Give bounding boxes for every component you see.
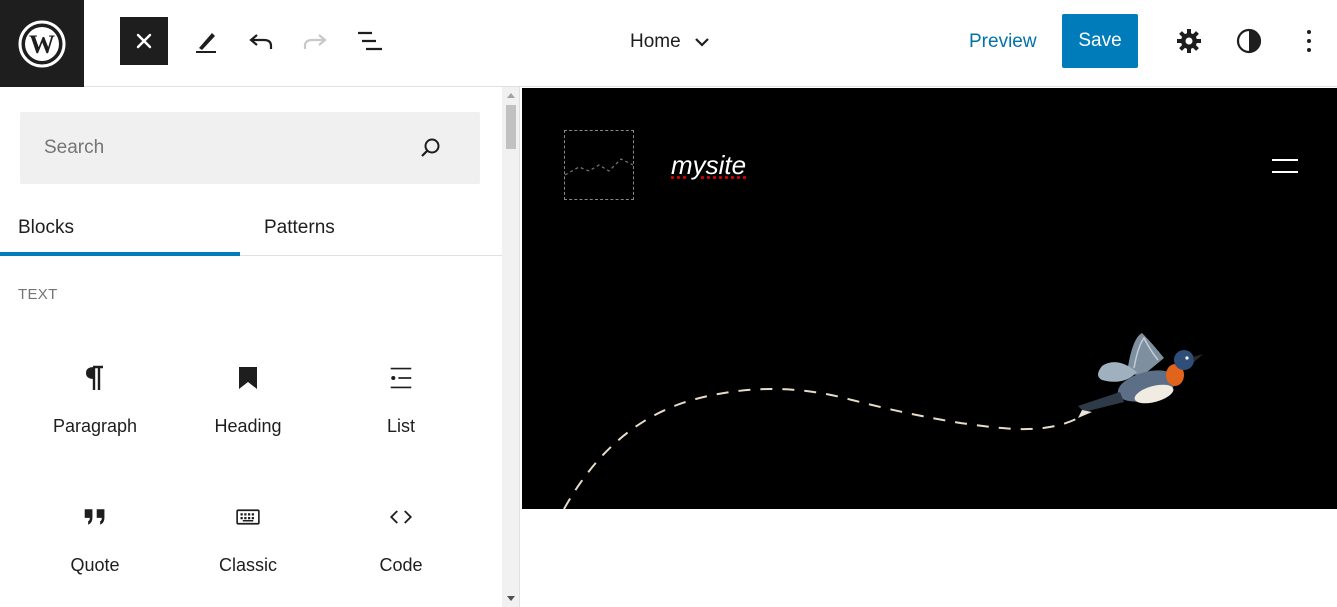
block-label: Quote xyxy=(20,555,170,576)
gear-icon xyxy=(1175,27,1203,55)
document-title: Home xyxy=(630,31,681,53)
styles-button[interactable] xyxy=(1225,17,1273,65)
block-label: List xyxy=(326,416,476,437)
settings-button[interactable] xyxy=(1165,17,1213,65)
contrast-icon xyxy=(1235,27,1263,55)
chevron-down-icon xyxy=(693,33,711,51)
redo-icon xyxy=(301,27,329,55)
tools-button[interactable] xyxy=(182,17,230,65)
scroll-down-arrow-icon[interactable] xyxy=(507,596,515,601)
keyboard-icon xyxy=(236,502,260,532)
paragraph-icon xyxy=(83,363,107,393)
category-label: TEXT xyxy=(18,286,58,303)
block-item-paragraph[interactable]: Paragraph xyxy=(20,363,170,473)
bookmark-icon xyxy=(236,363,260,393)
bird-illustration xyxy=(1072,328,1212,423)
list-icon xyxy=(389,363,413,393)
undo-icon xyxy=(247,27,275,55)
search-box xyxy=(20,112,480,184)
undo-button[interactable] xyxy=(237,17,285,65)
options-button[interactable] xyxy=(1285,17,1333,65)
list-view-icon xyxy=(355,27,383,55)
code-icon xyxy=(389,502,413,532)
more-vertical-icon xyxy=(1295,27,1323,55)
scroll-thumb[interactable] xyxy=(506,105,516,149)
block-label: Classic xyxy=(173,555,323,576)
svg-text:W: W xyxy=(29,30,55,59)
active-tab-indicator xyxy=(0,252,240,256)
list-view-button[interactable] xyxy=(345,17,393,65)
quote-icon xyxy=(83,502,107,532)
editor-canvas[interactable]: mysite xyxy=(519,87,1337,607)
block-label: Code xyxy=(326,555,476,576)
edit-pencil-icon xyxy=(192,27,220,55)
preview-button[interactable]: Preview xyxy=(956,22,1050,62)
block-label: Paragraph xyxy=(20,416,170,437)
tab-blocks[interactable]: Blocks xyxy=(18,199,74,256)
block-item-code[interactable]: Code xyxy=(326,502,476,607)
block-item-list[interactable]: List xyxy=(326,363,476,473)
redo-button[interactable] xyxy=(291,17,339,65)
search-input[interactable] xyxy=(20,112,400,184)
header-hero-block[interactable]: mysite xyxy=(522,88,1337,509)
block-inserter-panel: Blocks Patterns TEXT Paragraph Heading xyxy=(0,87,502,607)
inserter-tabs: Blocks Patterns xyxy=(0,199,502,256)
close-inserter-button[interactable] xyxy=(120,17,168,65)
close-icon xyxy=(135,32,153,50)
wordpress-logo-icon[interactable]: W xyxy=(0,0,84,87)
block-item-heading[interactable]: Heading xyxy=(173,363,323,473)
scroll-up-arrow-icon[interactable] xyxy=(507,93,515,98)
block-item-classic[interactable]: Classic xyxy=(173,502,323,607)
save-button[interactable]: Save xyxy=(1062,14,1138,68)
sidebar-scrollbar[interactable] xyxy=(502,87,519,607)
tab-patterns[interactable]: Patterns xyxy=(264,199,335,256)
document-title-button[interactable]: Home xyxy=(620,22,721,62)
search-icon xyxy=(418,136,442,160)
editor-header: W Home Preview Save xyxy=(0,0,1337,87)
block-label: Heading xyxy=(173,416,323,437)
block-item-quote[interactable]: Quote xyxy=(20,502,170,607)
dashed-flight-path xyxy=(522,88,1337,509)
